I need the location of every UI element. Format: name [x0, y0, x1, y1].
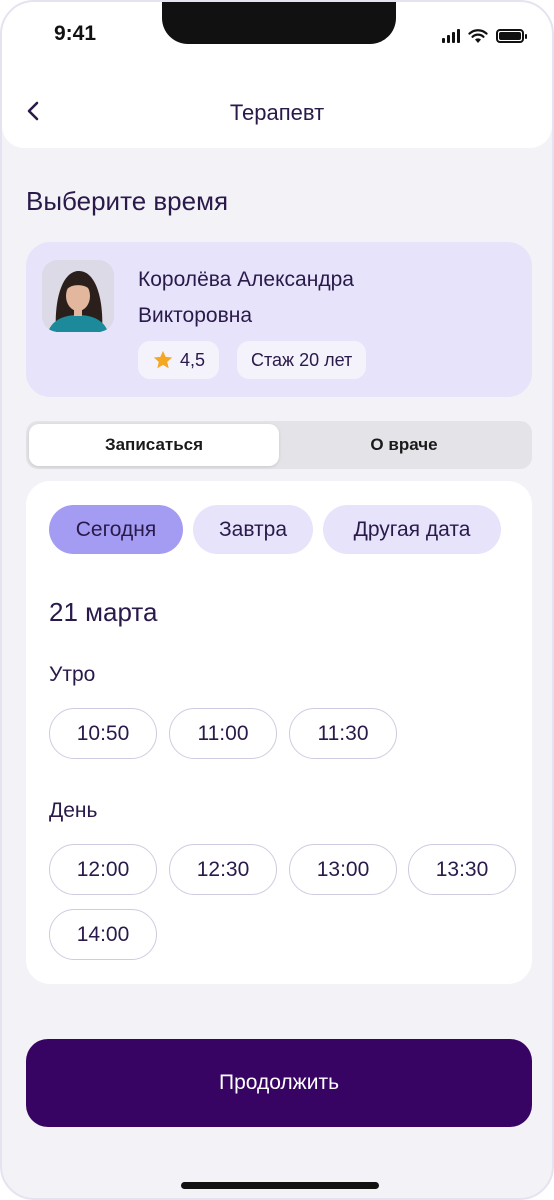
status-time: 9:41 — [54, 22, 97, 45]
page-title: Выберите время — [26, 186, 229, 216]
schedule-panel: Сегодня Завтра Другая дата 21 марта Утро… — [26, 481, 532, 984]
phone-screen: 9:41 Терапевт Выберите время Королёва Ал… — [0, 0, 554, 1200]
doctor-card[interactable]: Королёва Александра Викторовна 4,5 Стаж … — [26, 242, 532, 397]
app-header: Терапевт — [2, 74, 552, 148]
rating-badge: 4,5 — [138, 341, 220, 379]
time-slot[interactable]: 12:30 — [169, 844, 277, 895]
device-notch — [162, 2, 396, 44]
date-chip-today[interactable]: Сегодня — [49, 505, 183, 554]
tab-book[interactable]: Записаться — [29, 424, 279, 466]
time-slot[interactable]: 11:30 — [289, 708, 397, 759]
header-title: Терапевт — [229, 100, 325, 125]
star-icon — [153, 350, 173, 369]
selected-date: 21 марта — [49, 597, 158, 627]
time-slot[interactable]: 10:50 — [49, 708, 157, 759]
time-slot[interactable]: 14:00 — [49, 909, 157, 960]
tab-switcher: Записаться О враче — [26, 421, 532, 469]
time-slot[interactable]: 13:30 — [408, 844, 516, 895]
status-bar: 9:41 — [2, 2, 552, 74]
morning-label: Утро — [49, 663, 96, 686]
doctor-name-line1: Королёва Александра — [138, 268, 354, 291]
time-slot[interactable]: 13:00 — [289, 844, 397, 895]
battery-icon — [496, 29, 527, 43]
date-chip-other[interactable]: Другая дата — [323, 505, 501, 554]
status-icons — [442, 26, 527, 46]
date-chip-tomorrow[interactable]: Завтра — [193, 505, 313, 554]
doctor-name: Королёва Александра Викторовна — [138, 262, 498, 334]
continue-button[interactable]: Продолжить — [26, 1039, 532, 1127]
doctor-name-line2: Викторовна — [138, 304, 253, 327]
doctor-avatar — [42, 260, 114, 332]
time-slot[interactable]: 12:00 — [49, 844, 157, 895]
tab-about-doctor[interactable]: О враче — [279, 424, 529, 466]
day-label: День — [49, 799, 98, 822]
wifi-icon — [468, 28, 488, 43]
cellular-signal-icon — [442, 29, 460, 43]
rating-value: 4,5 — [180, 349, 206, 370]
home-indicator[interactable] — [181, 1182, 379, 1189]
experience-badge: Стаж 20 лет — [237, 341, 367, 379]
time-slot[interactable]: 11:00 — [169, 708, 277, 759]
